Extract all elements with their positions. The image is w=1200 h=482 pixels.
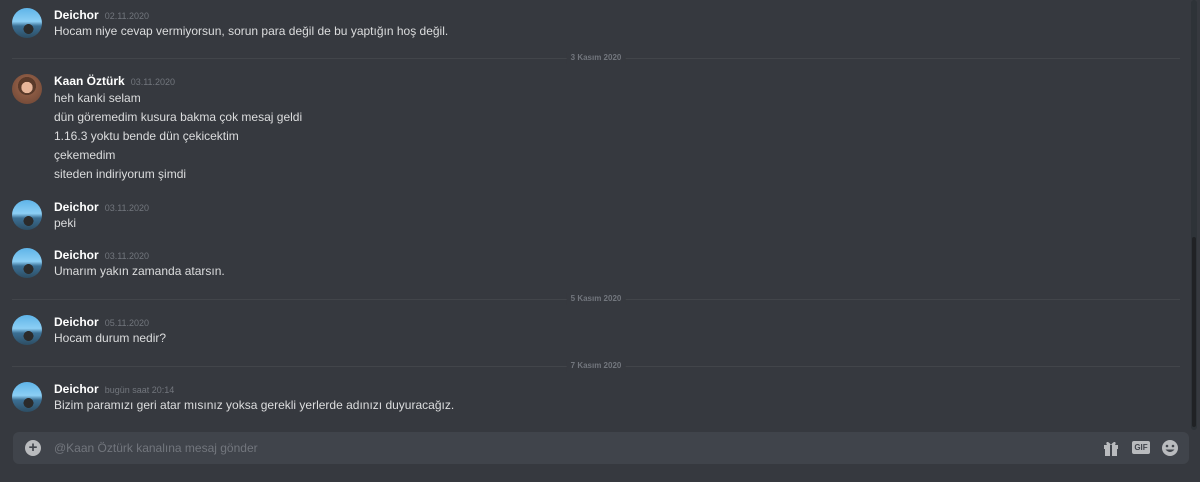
message-group: Deichor 02.11.2020 Hocam niye cevap vermi… bbox=[0, 8, 1180, 44]
message-text: Hocam durum nedir? bbox=[54, 331, 167, 345]
date-divider-label: 5 Kasım 2020 bbox=[566, 293, 626, 305]
emoji-icon[interactable] bbox=[1161, 439, 1179, 457]
avatar[interactable] bbox=[12, 200, 42, 230]
author-name[interactable]: Deichor bbox=[54, 382, 99, 396]
message-text: peki bbox=[54, 216, 77, 230]
timestamp: 03.11.2020 bbox=[130, 77, 176, 87]
date-divider: 5 Kasım 2020 bbox=[12, 293, 1180, 305]
author-name[interactable]: Deichor bbox=[54, 248, 99, 262]
message-text: heh kanki selam bbox=[54, 91, 141, 105]
author-name[interactable]: Deichor bbox=[54, 315, 99, 329]
timestamp: 03.11.2020 bbox=[104, 203, 150, 213]
message-list[interactable]: Deichor 02.11.2020 Hocam niye cevap vermi… bbox=[0, 0, 1192, 430]
message-group: Deichor 03.11.2020 peki bbox=[0, 200, 1180, 236]
message-composer: + GIF bbox=[13, 432, 1189, 464]
author-name[interactable]: Kaan Öztürk bbox=[54, 74, 125, 88]
message-group: Deichor 03.11.2020 Umarım yakın zamanda a… bbox=[0, 248, 1180, 284]
avatar[interactable] bbox=[12, 8, 42, 38]
message-text: 1.16.3 yoktu bende dün çekicektim bbox=[54, 129, 239, 143]
message-input[interactable] bbox=[54, 440, 1054, 456]
avatar[interactable] bbox=[12, 74, 42, 104]
avatar[interactable] bbox=[12, 315, 42, 345]
message-text: dün göremedim kusura bakma çok mesaj gel… bbox=[54, 110, 303, 124]
timestamp: 03.11.2020 bbox=[104, 251, 150, 261]
chat-window: Deichor 02.11.2020 Hocam niye cevap vermi… bbox=[0, 0, 1200, 482]
gift-icon[interactable] bbox=[1103, 439, 1119, 457]
message-text: Umarım yakın zamanda atarsın. bbox=[54, 264, 225, 278]
avatar[interactable] bbox=[12, 248, 42, 278]
message-group: Kaan Öztürk 03.11.2020 heh kanki selam dü… bbox=[0, 74, 1180, 184]
date-divider-label: 7 Kasım 2020 bbox=[566, 360, 626, 372]
plus-circle-icon[interactable]: + bbox=[25, 440, 41, 456]
message-group: Deichor 05.11.2020 Hocam durum nedir? bbox=[0, 315, 1180, 351]
message-text: siteden indiriyorum şimdi bbox=[54, 167, 187, 181]
scrollbar-thumb[interactable] bbox=[1192, 237, 1196, 427]
message-text: Hocam niye cevap vermiyorsun, sorun para… bbox=[54, 24, 449, 38]
timestamp: bugün saat 20:14 bbox=[104, 385, 175, 395]
author-name[interactable]: Deichor bbox=[54, 200, 99, 214]
gif-button[interactable]: GIF bbox=[1132, 441, 1150, 454]
avatar[interactable] bbox=[12, 382, 42, 412]
message-text: Bizim paramızı geri atar mısınız yoksa g… bbox=[54, 398, 455, 412]
author-name[interactable]: Deichor bbox=[54, 8, 99, 22]
date-divider-label: 3 Kasım 2020 bbox=[566, 52, 626, 64]
message-group: Deichor bugün saat 20:14 Bizim paramızı g… bbox=[0, 382, 1180, 418]
timestamp: 02.11.2020 bbox=[104, 11, 150, 21]
timestamp: 05.11.2020 bbox=[104, 318, 150, 328]
date-divider: 7 Kasım 2020 bbox=[12, 360, 1180, 372]
date-divider: 3 Kasım 2020 bbox=[12, 52, 1180, 64]
message-text: çekemedim bbox=[54, 148, 116, 162]
